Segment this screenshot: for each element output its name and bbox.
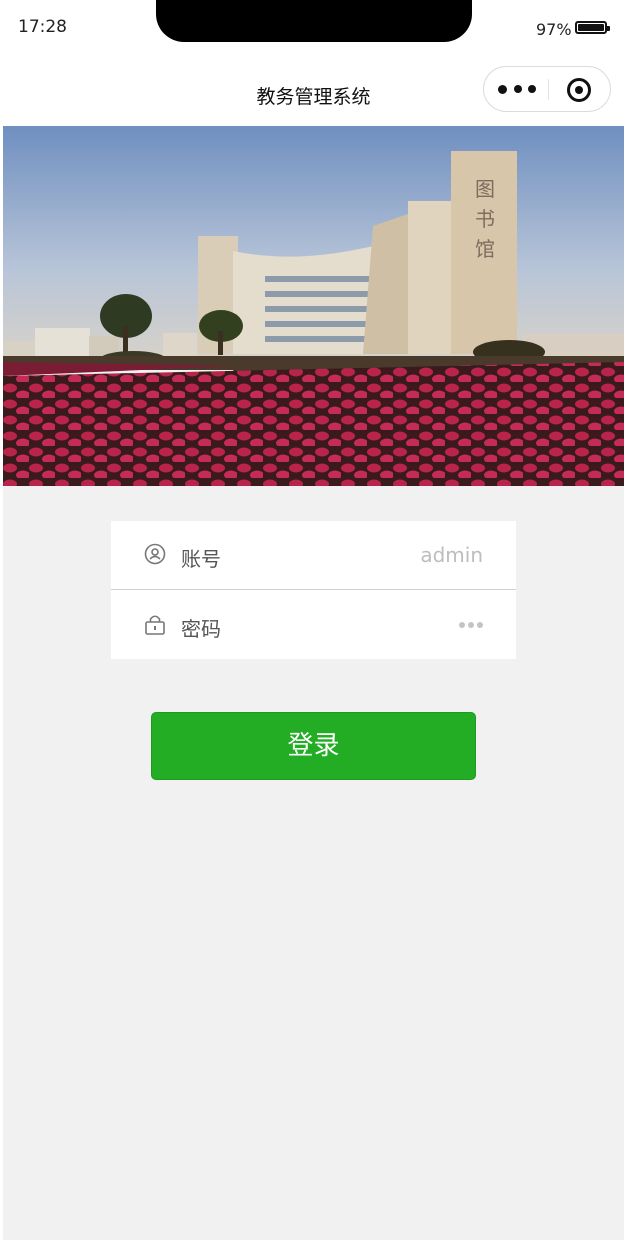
- password-label: 密码: [181, 617, 221, 641]
- status-bar: 17:28 97%: [3, 0, 624, 60]
- more-dots-icon[interactable]: [498, 79, 536, 99]
- password-row[interactable]: 密码: [111, 591, 516, 659]
- login-button[interactable]: 登录: [151, 712, 476, 780]
- status-time: 17:28: [18, 17, 67, 37]
- battery-percent: 97%: [536, 20, 572, 39]
- account-label: 账号: [181, 547, 221, 571]
- battery-icon: [575, 21, 610, 34]
- svg-text:图: 图: [475, 177, 495, 201]
- lock-icon: [145, 615, 165, 635]
- menu-capsule: [483, 66, 611, 112]
- svg-text:书: 书: [475, 207, 495, 231]
- account-row[interactable]: 账号 admin: [111, 521, 516, 590]
- target-close-icon[interactable]: [567, 78, 591, 102]
- navigation-bar: 教务管理系统: [3, 60, 624, 126]
- capsule-divider: [548, 79, 549, 100]
- svg-text:馆: 馆: [475, 237, 495, 261]
- notch: [156, 0, 472, 42]
- user-icon: [144, 543, 166, 565]
- login-form: 账号 admin 密码: [111, 521, 516, 659]
- account-input[interactable]: admin: [420, 543, 483, 567]
- phone-screen: 17:28 97% 教务管理系统 图 书 馆 账号 admin 密码 登录: [3, 0, 624, 1240]
- banner-image: 图 书 馆: [3, 126, 624, 486]
- password-input[interactable]: [459, 622, 483, 628]
